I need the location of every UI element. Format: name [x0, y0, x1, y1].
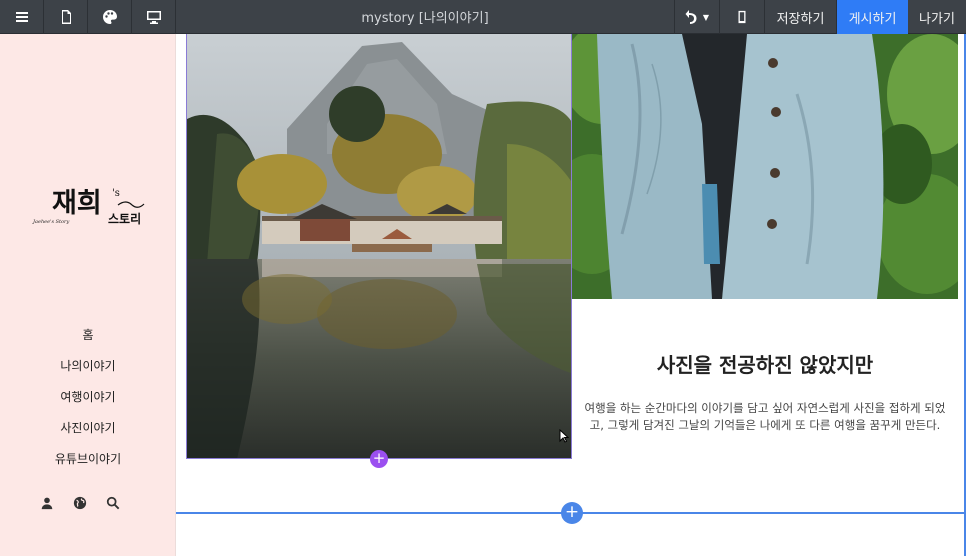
section-heading: 사진을 전공하진 않았지만: [656, 353, 874, 377]
desktop-icon: [146, 11, 161, 24]
add-section-button[interactable]: +: [561, 502, 583, 524]
globe-icon[interactable]: [73, 496, 89, 512]
nav-item-travel-story[interactable]: 여행이야기: [0, 386, 176, 417]
undo-button[interactable]: ▼: [674, 0, 720, 34]
menu-button[interactable]: [0, 0, 44, 34]
editor-toolbar: mystory [나의이야기] ▼ 저장하기 게시하기 나가기: [0, 0, 966, 34]
sidebar-icon-row: [40, 496, 122, 512]
exit-button[interactable]: 나가기: [908, 0, 966, 34]
svg-text:Jaehee's Story: Jaehee's Story: [32, 219, 69, 225]
chevron-down-icon: ▼: [702, 12, 710, 22]
site-title: mystory [나의이야기]: [361, 11, 489, 26]
nav-item-youtube-story[interactable]: 유튜브이야기: [0, 448, 176, 479]
svg-text:재희: 재희: [52, 188, 102, 219]
mobile-preview-button[interactable]: [720, 0, 765, 34]
desktop-preview-button[interactable]: [132, 0, 176, 34]
nav-item-my-story[interactable]: 나의이야기: [0, 355, 176, 386]
site-nav: 홈 나의이야기 여행이야기 사진이야기 유튜브이야기: [0, 324, 176, 479]
publish-button[interactable]: 게시하기: [837, 0, 908, 34]
svg-text:'s: 's: [112, 188, 120, 199]
mouse-cursor-icon: [559, 429, 569, 443]
palette-icon: [102, 10, 117, 24]
page-button[interactable]: [44, 0, 88, 34]
blue-coat-photo[interactable]: [572, 34, 958, 299]
add-block-button[interactable]: +: [370, 450, 388, 468]
menu-icon: [15, 12, 28, 22]
save-button[interactable]: 저장하기: [765, 0, 837, 34]
site-sidebar: 재희 's 스토리 Jaehee's Story 홈 나의이야기 여행이야기 사…: [0, 34, 176, 556]
nav-item-home[interactable]: 홈: [0, 324, 176, 355]
palace-lake-photo[interactable]: [186, 34, 572, 459]
search-icon[interactable]: [106, 496, 122, 512]
svg-text:스토리: 스토리: [108, 211, 141, 226]
undo-icon: [685, 10, 697, 24]
section-description: 여행을 하는 순간마다의 이야기를 담고 싶어 자연스럽게 사진을 접하게 되었…: [584, 401, 946, 432]
mobile-icon: [738, 10, 746, 24]
design-button[interactable]: [88, 0, 132, 34]
site-logo[interactable]: 재희 's 스토리 Jaehee's Story: [30, 174, 150, 234]
user-icon[interactable]: [40, 496, 56, 512]
nav-item-photo-story[interactable]: 사진이야기: [0, 417, 176, 448]
page-icon: [61, 10, 71, 24]
